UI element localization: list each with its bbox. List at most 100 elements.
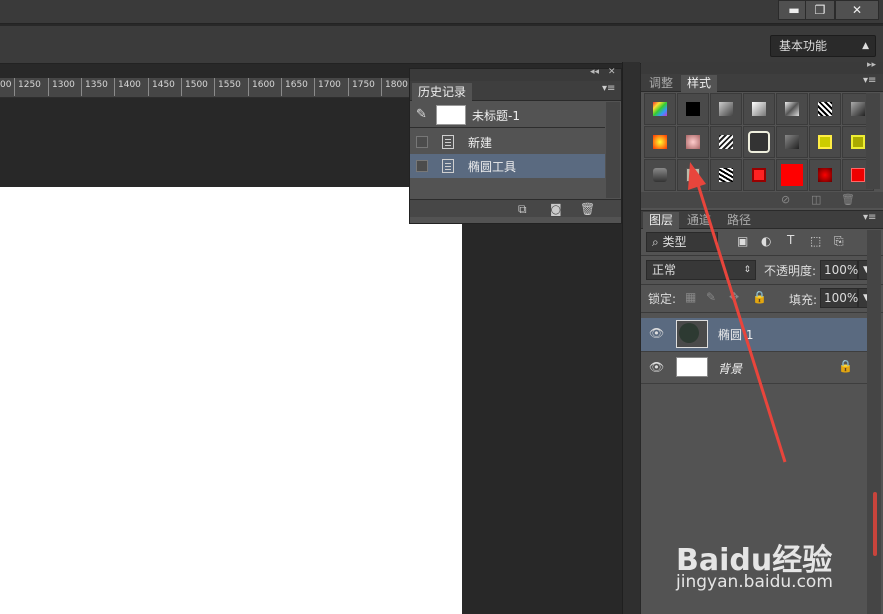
style-swatch[interactable] <box>809 126 841 158</box>
tab-styles[interactable]: 样式 <box>681 75 718 92</box>
close-panel-icon[interactable]: ✕ <box>608 67 616 77</box>
layers-tabbar: 图层 通道 路径 ▾≡ <box>641 210 883 229</box>
expand-icon[interactable]: ▸▸ <box>867 60 876 70</box>
close-button[interactable]: ✕ <box>835 0 879 20</box>
layer-filter-select[interactable]: ⌕ 类型 <box>646 232 718 252</box>
tab-channels[interactable]: 通道 <box>681 212 717 229</box>
fill-input[interactable]: 100% <box>820 288 858 308</box>
opacity-value: 100% <box>824 263 859 277</box>
history-tabbar: 历史记录 ▾≡ <box>410 81 621 101</box>
restore-icon: ❐ <box>814 3 826 17</box>
divider <box>641 284 883 285</box>
ruler-tick: 1350 <box>85 80 108 90</box>
ruler-tick: 1700 <box>318 80 341 90</box>
panel-menu-icon[interactable]: ▾≡ <box>863 75 876 86</box>
style-swatch[interactable] <box>743 159 775 191</box>
visibility-eye-icon[interactable]: 👁 <box>649 360 664 374</box>
restore-button[interactable]: ❐ <box>805 0 835 20</box>
trash-icon[interactable]: 🗑 <box>841 193 855 206</box>
smart-object-filter-icon[interactable]: ⎘ <box>834 234 844 249</box>
style-swatch[interactable] <box>710 93 742 125</box>
panel-menu-icon[interactable]: ▾≡ <box>863 212 876 223</box>
panel-header: ▸▸ <box>641 60 883 74</box>
updown-icon: ⇕ <box>743 265 751 275</box>
panel-menu-icon[interactable]: ▾≡ <box>602 83 615 94</box>
history-checkbox[interactable] <box>416 160 428 172</box>
fill-label: 填充: <box>789 293 818 307</box>
blend-mode-value: 正常 <box>652 263 677 277</box>
ruler-line <box>214 78 215 96</box>
opacity-input[interactable]: 100% <box>820 260 858 280</box>
style-swatch[interactable] <box>710 126 742 158</box>
history-item[interactable]: 新建 <box>410 130 605 154</box>
style-swatch[interactable] <box>644 93 676 125</box>
tab-history[interactable]: 历史记录 <box>412 83 473 101</box>
divider <box>641 255 883 256</box>
options-bar <box>0 26 883 64</box>
history-item-selected[interactable]: 椭圆工具 <box>410 154 605 178</box>
ruler-tick: 1450 <box>152 80 175 90</box>
trash-icon[interactable]: 🗑 <box>580 202 595 216</box>
style-swatch[interactable] <box>677 93 709 125</box>
style-swatch[interactable] <box>743 93 775 125</box>
snapshot-thumbnail <box>436 105 466 125</box>
layer-row[interactable]: 👁 背景 🔒 <box>641 352 867 384</box>
new-style-icon[interactable]: ◫ <box>811 193 821 206</box>
style-swatch[interactable] <box>809 159 841 191</box>
ruler-tick: 1400 <box>118 80 141 90</box>
clear-style-icon[interactable]: ⊘ <box>781 193 790 206</box>
divider <box>641 312 883 313</box>
lock-all-icon[interactable]: 🔒 <box>752 290 767 304</box>
history-brush-icon[interactable]: ✎ <box>416 107 427 122</box>
filter-label: 类型 <box>662 235 687 249</box>
style-swatch[interactable] <box>644 159 676 191</box>
layer-thumbnail <box>676 320 708 348</box>
lock-transparent-icon[interactable]: ▦ <box>685 290 696 304</box>
lock-label: 锁定: <box>648 292 677 306</box>
layers-scrollbar[interactable] <box>867 230 881 614</box>
style-swatch[interactable] <box>743 126 775 158</box>
style-swatch[interactable] <box>809 93 841 125</box>
style-swatch[interactable] <box>776 93 808 125</box>
collapse-icon[interactable]: ◂◂ <box>590 67 599 77</box>
blend-mode-select[interactable]: 正常 ⇕ <box>646 260 756 280</box>
style-swatch[interactable] <box>776 126 808 158</box>
style-swatch[interactable] <box>677 159 709 191</box>
history-scrollbar[interactable] <box>606 102 620 198</box>
new-document-from-state-icon[interactable]: ⧉ <box>518 202 527 217</box>
history-snapshot[interactable]: ✎ 未标题-1 <box>410 102 605 128</box>
adjustment-filter-icon[interactable]: ◐ <box>761 234 771 248</box>
history-checkbox[interactable] <box>416 136 428 148</box>
style-swatch[interactable] <box>644 126 676 158</box>
scrollbar-thumb[interactable] <box>873 492 877 556</box>
ruler-tick: 1250 <box>18 80 41 90</box>
shape-filter-icon[interactable]: ⬚ <box>810 234 821 248</box>
ellipse-shape-icon <box>679 323 699 343</box>
lock-position-icon[interactable]: ✥ <box>729 290 739 304</box>
ruler-line <box>181 78 182 96</box>
history-footer: ⧉ ◙ 🗑 <box>410 199 621 217</box>
tab-layers[interactable]: 图层 <box>643 212 680 229</box>
canvas[interactable] <box>0 187 462 614</box>
type-filter-icon[interactable]: T <box>787 233 794 247</box>
ruler-line <box>114 78 115 96</box>
layer-thumbnail <box>676 357 708 377</box>
tab-paths[interactable]: 路径 <box>721 212 757 229</box>
layer-name: 椭圆 1 <box>718 328 754 342</box>
style-swatch[interactable] <box>776 159 808 191</box>
pixel-filter-icon[interactable]: ▣ <box>737 234 748 248</box>
ruler-tick: 1300 <box>52 80 75 90</box>
panel-header: ◂◂ ✕ <box>410 67 621 81</box>
visibility-eye-icon[interactable]: 👁 <box>649 326 664 340</box>
lock-pixels-icon[interactable]: ✎ <box>706 290 716 304</box>
opacity-label: 不透明度: <box>764 264 817 278</box>
layer-row-selected[interactable]: 👁 椭圆 1 <box>641 318 867 352</box>
style-swatch[interactable] <box>710 159 742 191</box>
layer-name: 背景 <box>718 362 743 376</box>
camera-icon[interactable]: ◙ <box>550 202 562 216</box>
styles-scrollbar[interactable] <box>866 93 880 189</box>
tab-adjustments[interactable]: 调整 <box>643 75 679 92</box>
workspace-select[interactable]: 基本功能 ▲ <box>770 35 876 57</box>
style-swatch[interactable] <box>677 126 709 158</box>
ruler-tick: 1650 <box>285 80 308 90</box>
